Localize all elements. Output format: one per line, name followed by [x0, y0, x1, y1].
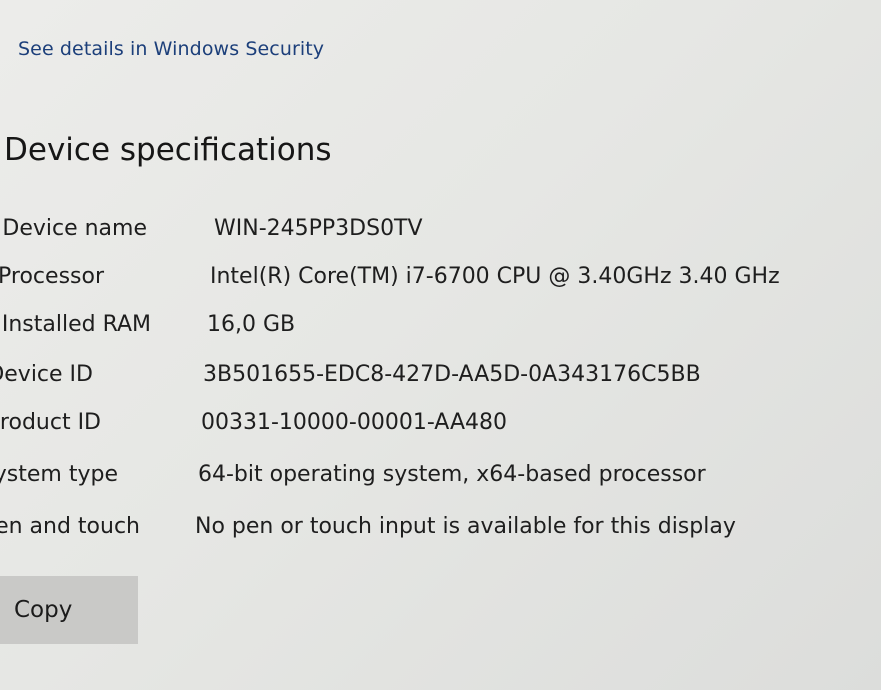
- windows-security-link[interactable]: See details in Windows Security: [18, 38, 324, 60]
- spec-value: WIN-245PP3DS0TV: [214, 216, 423, 241]
- spec-value: 3B501655-EDC8-427D-AA5D-0A343176C5BB: [203, 362, 701, 387]
- spec-row-device-name: Device name WIN-245PP3DS0TV: [0, 216, 881, 256]
- spec-label: Device ID: [0, 362, 93, 387]
- spec-label: Product ID: [0, 410, 101, 435]
- section-title: Device specifications: [4, 132, 332, 168]
- spec-value: Intel(R) Core(TM) i7-6700 CPU @ 3.40GHz …: [210, 264, 780, 289]
- spec-value: No pen or touch input is available for t…: [195, 514, 736, 539]
- spec-row-processor: Processor Intel(R) Core(TM) i7-6700 CPU …: [0, 264, 881, 304]
- spec-row-pen-and-touch: Pen and touch No pen or touch input is a…: [0, 514, 881, 554]
- device-specs-list: Device name WIN-245PP3DS0TV Processor In…: [0, 210, 881, 550]
- spec-label: Pen and touch: [0, 514, 140, 539]
- spec-value: 64-bit operating system, x64-based proce…: [198, 462, 706, 487]
- spec-row-product-id: Product ID 00331-10000-00001-AA480: [0, 410, 881, 450]
- spec-label: Processor: [0, 264, 104, 289]
- spec-label: Installed RAM: [1, 312, 151, 337]
- copy-button[interactable]: Copy: [0, 576, 138, 644]
- spec-label: System type: [0, 462, 118, 487]
- spec-value: 16,0 GB: [207, 312, 296, 337]
- spec-row-installed-ram: Installed RAM 16,0 GB: [0, 312, 881, 352]
- spec-value: 00331-10000-00001-AA480: [201, 410, 507, 435]
- spec-label: Device name: [2, 216, 147, 241]
- spec-row-system-type: System type 64-bit operating system, x64…: [0, 462, 881, 502]
- spec-row-device-id: Device ID 3B501655-EDC8-427D-AA5D-0A3431…: [0, 362, 881, 402]
